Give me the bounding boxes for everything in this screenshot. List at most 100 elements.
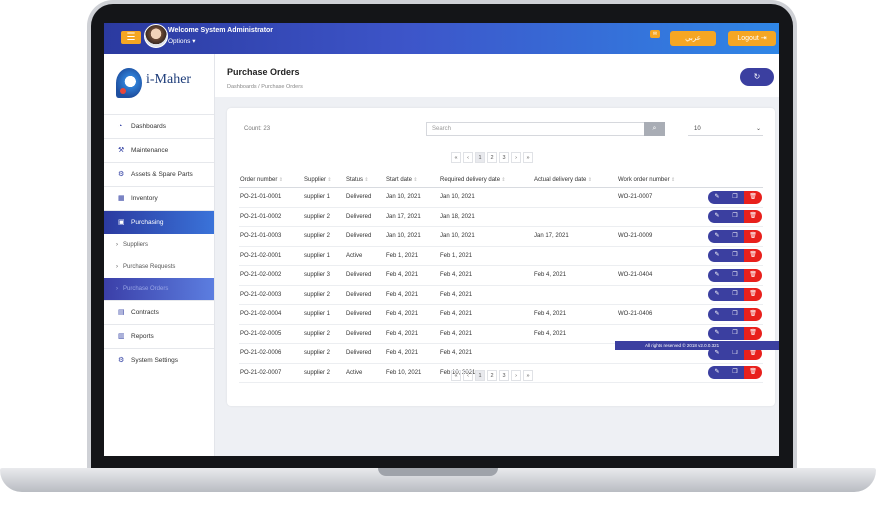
page-size-select[interactable]: 10 ⌄	[688, 123, 763, 136]
sidebar-item-reports[interactable]: ▥ Reports	[104, 324, 214, 348]
column-header[interactable]: Order number ⇕	[239, 173, 303, 188]
column-header[interactable]: Required delivery date ⇕	[439, 173, 533, 188]
table-row[interactable]: PO-21-02-0001 supplier 1 Active Feb 1, 2021…	[239, 246, 763, 266]
edit-button[interactable]: ✎	[708, 288, 726, 302]
page-button[interactable]: 2	[487, 152, 497, 163]
breadcrumb[interactable]: Dashboards / Purchase Orders	[227, 84, 303, 90]
table-cell: Feb 4, 2021	[439, 285, 533, 305]
page-button[interactable]: ›	[511, 152, 521, 163]
row-actions: ✎ ❐ 🗑	[707, 285, 763, 305]
column-header-label: Actual delivery date	[534, 177, 587, 183]
column-header-label: Supplier	[304, 177, 327, 183]
sidebar-item-dashboards[interactable]: ◔ Dashboards	[104, 114, 214, 138]
table-row[interactable]: PO-21-01-0002 supplier 2 Delivered Jan 17, …	[239, 207, 763, 227]
refresh-button[interactable]: ↻	[740, 68, 774, 86]
table-row[interactable]: PO-21-02-0004 supplier 1 Delivered Feb 4, 2…	[239, 304, 763, 325]
page-button[interactable]: ‹	[463, 370, 473, 381]
hamburger-icon[interactable]: ☰	[121, 31, 141, 44]
edit-button[interactable]: ✎	[708, 210, 726, 224]
edit-button[interactable]: ✎	[708, 327, 726, 341]
copy-button[interactable]: ❐	[726, 210, 744, 224]
sort-icon: ⇕	[669, 177, 676, 183]
column-header-label: Order number	[240, 177, 278, 183]
logo-mark-icon	[116, 68, 142, 98]
cart-icon: ▣	[118, 218, 125, 226]
page-button[interactable]: 3	[499, 152, 509, 163]
page-button[interactable]: »	[523, 152, 533, 163]
page-button[interactable]: 1	[475, 370, 485, 381]
sidebar-item-label: Purchasing	[131, 219, 164, 226]
table-row[interactable]: PO-21-02-0002 supplier 3 Delivered Feb 4, 2…	[239, 265, 763, 286]
copy-button[interactable]: ❐	[726, 190, 744, 204]
table-cell: Jan 17, 2021	[533, 226, 617, 247]
delete-button[interactable]: 🗑	[744, 249, 762, 263]
table-cell: Feb 1, 2021	[385, 246, 439, 266]
sidebar-item-assets[interactable]: ⚙ Assets & Spare Parts	[104, 162, 214, 186]
copy-button[interactable]: ❐	[726, 288, 744, 302]
copy-button[interactable]: ❐	[726, 366, 744, 380]
copy-button[interactable]: ❐	[726, 229, 744, 243]
page-button[interactable]: ›	[511, 370, 521, 381]
delete-button[interactable]: 🗑	[744, 268, 762, 282]
table-cell: Feb 4, 2021	[385, 265, 439, 286]
chat-icon[interactable]: ✉	[650, 30, 660, 38]
edit-button[interactable]: ✎	[708, 249, 726, 263]
sidebar-subitem-purchase-orders[interactable]: › Purchase Orders	[104, 278, 214, 300]
sidebar-item-system-settings[interactable]: ⚙ System Settings	[104, 348, 214, 372]
delete-button[interactable]: 🗑	[744, 307, 762, 321]
logout-button[interactable]: Logout ⇥	[728, 31, 776, 46]
page-button[interactable]: ‹	[463, 152, 473, 163]
delete-button[interactable]: 🗑	[744, 327, 762, 341]
edit-button[interactable]: ✎	[708, 229, 726, 243]
page-button[interactable]: 1	[475, 152, 485, 163]
sidebar-subitem-suppliers[interactable]: › Suppliers	[104, 234, 214, 256]
delete-button[interactable]: 🗑	[744, 288, 762, 302]
copy-button[interactable]: ❐	[726, 327, 744, 341]
edit-button[interactable]: ✎	[708, 366, 726, 380]
page-button[interactable]: 2	[487, 370, 497, 381]
search-input[interactable]: Search	[426, 122, 646, 136]
page-button[interactable]: «	[451, 152, 461, 163]
table-row[interactable]: PO-21-02-0003 supplier 2 Delivered Feb 4, 2…	[239, 285, 763, 305]
table-row[interactable]: PO-21-01-0001 supplier 1 Delivered Jan 10, …	[239, 187, 763, 208]
delete-button[interactable]: 🗑	[744, 190, 762, 204]
table-cell	[617, 363, 707, 383]
page-button[interactable]: «	[451, 370, 461, 381]
table-cell: Feb 4, 2021	[385, 324, 439, 344]
sidebar-item-inventory[interactable]: ▦ Inventory	[104, 186, 214, 210]
sidebar-item-label: Assets & Spare Parts	[131, 171, 193, 178]
sidebar-subitem-purchase-requests[interactable]: › Purchase Requests	[104, 256, 214, 278]
edit-button[interactable]: ✎	[708, 307, 726, 321]
delete-button[interactable]: 🗑	[744, 210, 762, 224]
table-cell: PO-21-01-0003	[239, 226, 303, 247]
language-button[interactable]: عربي	[670, 31, 716, 46]
copy-button[interactable]: ❐	[726, 249, 744, 263]
column-header[interactable]: Start date ⇕	[385, 173, 439, 188]
column-header[interactable]: Status ⇕	[345, 173, 385, 188]
search-button[interactable]: ⌕	[644, 122, 665, 136]
page-button[interactable]: »	[523, 370, 533, 381]
edit-button[interactable]: ✎	[708, 190, 726, 204]
avatar[interactable]	[144, 24, 168, 48]
page-button[interactable]: 3	[499, 370, 509, 381]
copy-button[interactable]: ❐	[726, 268, 744, 282]
table-row[interactable]: PO-21-01-0003 supplier 2 Delivered Jan 10, …	[239, 226, 763, 247]
edit-button[interactable]: ✎	[708, 268, 726, 282]
delete-button[interactable]: 🗑	[744, 229, 762, 243]
table-cell	[533, 285, 617, 305]
table-cell: supplier 1	[303, 187, 345, 208]
copy-button[interactable]: ❐	[726, 307, 744, 321]
sidebar-item-purchasing[interactable]: ▣ Purchasing	[104, 210, 214, 234]
sidebar-item-maintenance[interactable]: ⚒ Maintenance	[104, 138, 214, 162]
row-actions: ✎ ❐ 🗑	[707, 246, 763, 266]
options-dropdown[interactable]: Options ▾	[168, 37, 195, 45]
delete-button[interactable]: 🗑	[744, 366, 762, 380]
sidebar-subitem-label: Suppliers	[123, 242, 149, 248]
sidebar-item-contracts[interactable]: ▤ Contracts	[104, 300, 214, 324]
table-cell: Feb 4, 2021	[439, 324, 533, 344]
column-header[interactable]: Actual delivery date ⇕	[533, 173, 617, 188]
column-header[interactable]: Work order number ⇕	[617, 173, 707, 188]
sidebar: i-Maher ◔ Dashboards ⚒ Maintenance ⚙ Assets…	[104, 54, 215, 456]
logo[interactable]: i-Maher	[116, 66, 206, 106]
column-header[interactable]: Supplier ⇕	[303, 173, 345, 188]
